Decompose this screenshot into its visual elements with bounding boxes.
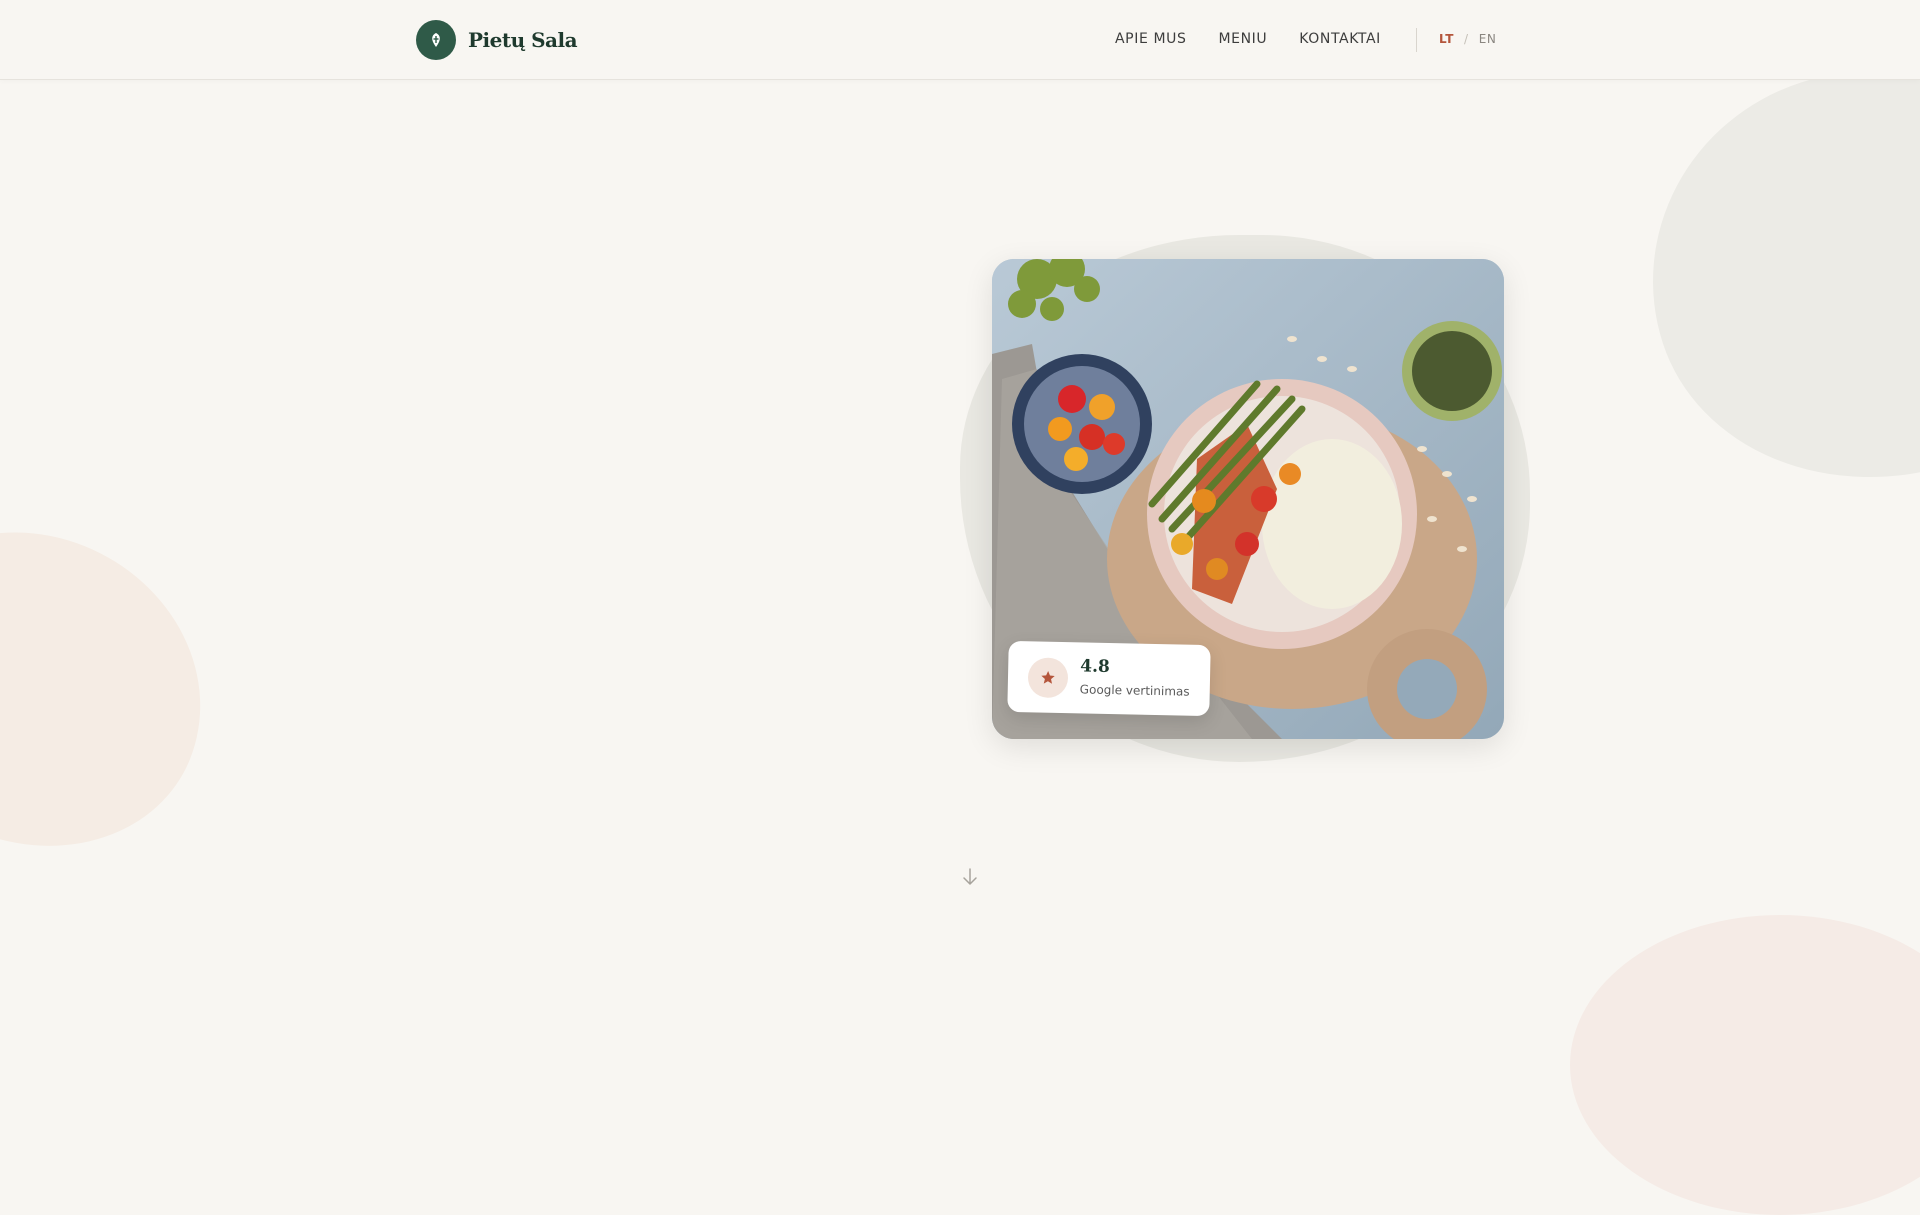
arrow-down-icon[interactable] bbox=[962, 868, 978, 886]
site-header: Pietų Sala APIE MUS MENIU KONTAKTAI LT /… bbox=[0, 0, 1920, 80]
decorative-blob-left bbox=[0, 479, 250, 896]
logo-icon bbox=[416, 20, 456, 60]
nav-item-meniu[interactable]: MENIU bbox=[1218, 31, 1267, 47]
nav-item-kontaktai[interactable]: KONTAKTAI bbox=[1299, 31, 1381, 47]
language-switcher: LT / EN bbox=[1439, 32, 1496, 46]
lang-en-button[interactable]: EN bbox=[1479, 32, 1497, 46]
rating-badge: 4.8 Google vertinimas bbox=[1007, 640, 1211, 717]
main-nav: APIE MUS MENIU KONTAKTAI bbox=[1115, 31, 1413, 47]
decorative-blob-bottom-right bbox=[1570, 915, 1920, 1215]
nav-divider bbox=[1416, 28, 1417, 52]
brand-name: Pietų Sala bbox=[468, 28, 578, 52]
rating-value: 4.8 bbox=[1080, 656, 1111, 678]
logo-link[interactable]: Pietų Sala bbox=[416, 20, 578, 60]
decorative-blob-top-right bbox=[1599, 12, 1920, 538]
rating-label: Google vertinimas bbox=[1079, 682, 1190, 699]
lang-lt-button[interactable]: LT bbox=[1439, 32, 1454, 46]
nav-item-apie-mus[interactable]: APIE MUS bbox=[1115, 31, 1186, 47]
lang-separator: / bbox=[1464, 32, 1469, 46]
star-icon bbox=[1027, 657, 1069, 699]
